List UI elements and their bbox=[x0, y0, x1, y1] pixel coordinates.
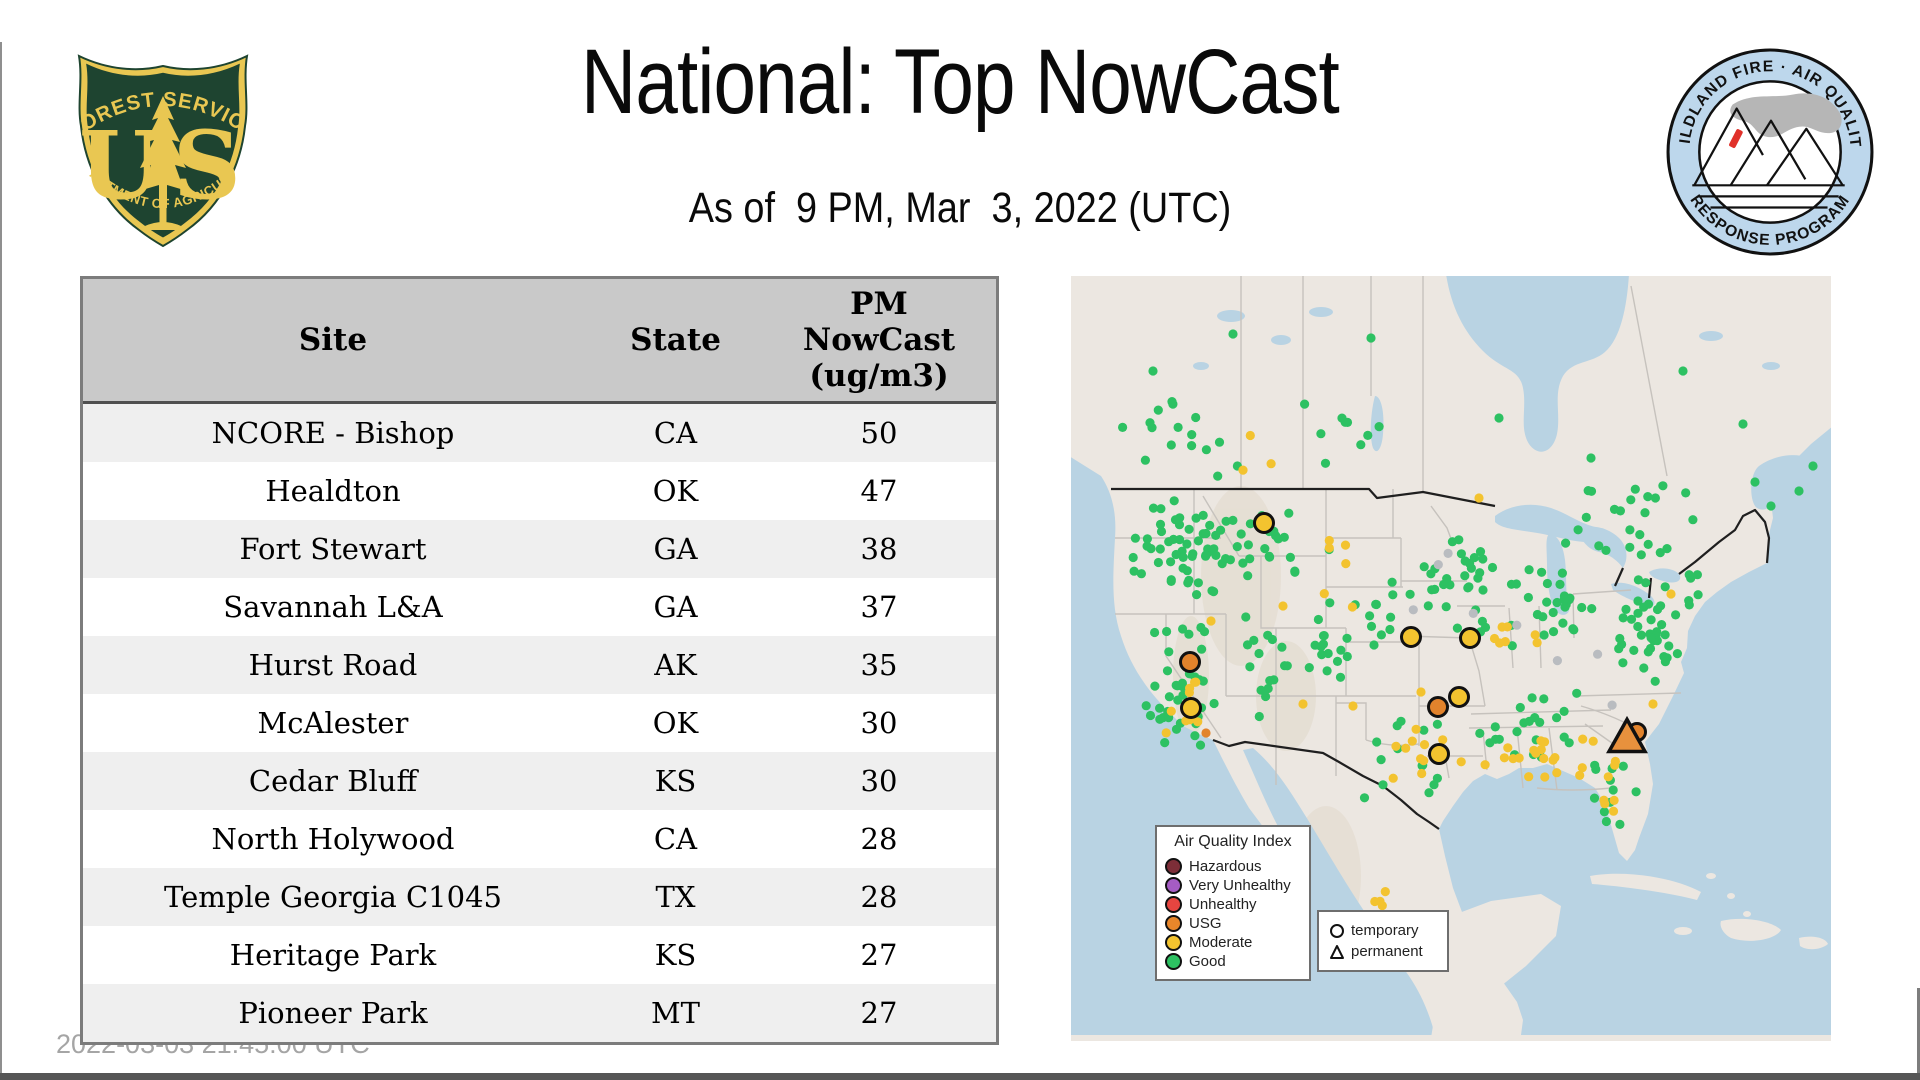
pm-cell: 50 bbox=[860, 416, 898, 450]
pm-cell: 38 bbox=[860, 532, 898, 566]
pm-cell: 27 bbox=[860, 938, 898, 972]
top-nowcast-table: Site State PM NowCast (ug/m3) NCORE - Bi… bbox=[80, 276, 999, 1045]
site-cell: Pioneer Park bbox=[238, 996, 428, 1030]
temporary-circle-icon bbox=[1329, 923, 1345, 939]
table-row: Healdton OK 47 bbox=[83, 462, 996, 520]
aqi-color-swatch bbox=[1165, 896, 1182, 913]
col-header-state: State bbox=[630, 322, 721, 358]
state-cell: OK bbox=[652, 474, 699, 508]
aqi-color-swatch bbox=[1165, 858, 1182, 875]
map-area: Air Quality Index Hazardous Very Unhealth… bbox=[1071, 276, 1831, 1041]
table-row: Savannah L&A GA 37 bbox=[83, 578, 996, 636]
state-cell: OK bbox=[652, 706, 699, 740]
pm-cell: 35 bbox=[860, 648, 898, 682]
site-cell: NCORE - Bishop bbox=[211, 416, 455, 450]
table-row: Heritage Park KS 27 bbox=[83, 926, 996, 984]
table-row: McAlester OK 30 bbox=[83, 694, 996, 752]
aqi-legend: Air Quality Index Hazardous Very Unhealth… bbox=[1155, 825, 1311, 981]
aqi-legend-label: Hazardous bbox=[1189, 858, 1262, 875]
pm-cell: 27 bbox=[860, 996, 898, 1030]
pm-cell: 28 bbox=[860, 822, 898, 856]
aqi-legend-label: USG bbox=[1189, 915, 1222, 932]
aqi-color-swatch bbox=[1165, 915, 1182, 932]
page-subtitle: As of 9 PM, Mar 3, 2022 (UTC) bbox=[688, 184, 1232, 232]
col-header-pm: PM NowCast (ug/m3) bbox=[802, 286, 956, 394]
table-row: Fort Stewart GA 38 bbox=[83, 520, 996, 578]
site-cell: North Holywood bbox=[211, 822, 455, 856]
marker-type-legend: temporary permanent bbox=[1317, 910, 1449, 972]
state-cell: MT bbox=[650, 996, 701, 1030]
aqi-legend-item: USG bbox=[1165, 914, 1301, 933]
site-cell: Savannah L&A bbox=[223, 590, 443, 624]
pm-cell: 37 bbox=[860, 590, 898, 624]
table-row: NCORE - Bishop CA 50 bbox=[83, 404, 996, 462]
window-edge-left bbox=[0, 42, 2, 1080]
page-title: National: Top NowCast bbox=[581, 31, 1340, 133]
site-cell: Cedar Bluff bbox=[248, 764, 418, 798]
aqi-color-swatch bbox=[1165, 877, 1182, 894]
aqi-legend-item: Unhealthy bbox=[1165, 895, 1301, 914]
pm-cell: 28 bbox=[860, 880, 898, 914]
state-cell: CA bbox=[653, 822, 698, 856]
site-cell: Hurst Road bbox=[248, 648, 418, 682]
aqi-legend-item: Hazardous bbox=[1165, 857, 1301, 876]
state-cell: KS bbox=[654, 938, 697, 972]
table-row: Cedar Bluff KS 30 bbox=[83, 752, 996, 810]
col-header-site: Site bbox=[298, 322, 368, 358]
site-cell: Heritage Park bbox=[229, 938, 437, 972]
table-row: Temple Georgia C1045 TX 28 bbox=[83, 868, 996, 926]
pm-cell: 30 bbox=[860, 706, 898, 740]
aqi-legend-title: Air Quality Index bbox=[1174, 833, 1292, 850]
state-cell: GA bbox=[653, 532, 698, 566]
state-cell: AK bbox=[654, 648, 697, 682]
aqi-legend-label: Very Unhealthy bbox=[1189, 877, 1291, 894]
aqi-color-swatch bbox=[1165, 953, 1182, 970]
marker-legend-item: temporary bbox=[1329, 920, 1439, 941]
aqi-legend-item: Moderate bbox=[1165, 933, 1301, 952]
site-cell: Fort Stewart bbox=[239, 532, 427, 566]
wfaqrp-logo: WILDLAND FIRE · AIR QUALITY RESPONSE PRO… bbox=[1664, 46, 1874, 256]
pm-cell: 30 bbox=[860, 764, 898, 798]
aqi-legend-item: Good bbox=[1165, 952, 1301, 971]
state-cell: GA bbox=[653, 590, 698, 624]
site-cell: Healdton bbox=[265, 474, 401, 508]
state-cell: KS bbox=[654, 764, 697, 798]
aqi-legend-label: Unhealthy bbox=[1189, 896, 1257, 913]
permanent-triangle-icon bbox=[1329, 944, 1345, 960]
aqi-legend-item: Very Unhealthy bbox=[1165, 876, 1301, 895]
site-cell: McAlester bbox=[257, 706, 409, 740]
window-edge-bottom bbox=[0, 1073, 1920, 1080]
table-body: NCORE - Bishop CA 50 Healdton OK 47 Fort Stewa… bbox=[83, 404, 996, 1042]
marker-legend-item: permanent bbox=[1329, 941, 1439, 962]
state-cell: TX bbox=[655, 880, 696, 914]
state-cell: CA bbox=[653, 416, 698, 450]
marker-legend-label: temporary bbox=[1351, 922, 1419, 939]
aqi-legend-label: Moderate bbox=[1189, 934, 1253, 951]
aqi-color-swatch bbox=[1165, 934, 1182, 951]
table-header-row: Site State PM NowCast (ug/m3) bbox=[83, 279, 996, 404]
table-row: Pioneer Park MT 27 bbox=[83, 984, 996, 1042]
table-row: North Holywood CA 28 bbox=[83, 810, 996, 868]
marker-legend-label: permanent bbox=[1351, 943, 1423, 960]
aqi-legend-label: Good bbox=[1189, 953, 1226, 970]
table-row: Hurst Road AK 35 bbox=[83, 636, 996, 694]
site-cell: Temple Georgia C1045 bbox=[164, 880, 502, 914]
pm-cell: 47 bbox=[860, 474, 898, 508]
